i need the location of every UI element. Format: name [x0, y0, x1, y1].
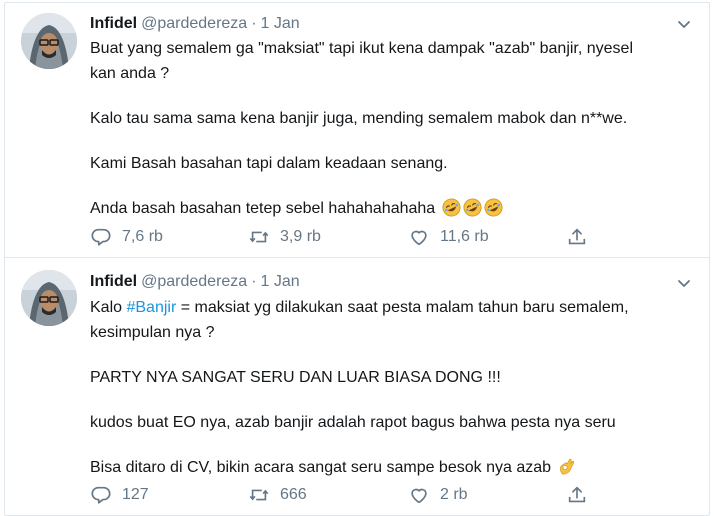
reply-button[interactable]: 127	[90, 483, 149, 507]
author-name[interactable]: Infidel	[90, 15, 137, 32]
retweet-button[interactable]: 3,9 rb	[248, 225, 321, 249]
reply-button[interactable]: 7,6 rb	[90, 225, 163, 249]
rofl-emoji-icon	[463, 198, 482, 217]
retweet-count: 666	[280, 486, 307, 503]
like-icon	[411, 488, 427, 504]
tweet-line: kan anda ?	[90, 65, 170, 82]
tweet-line: Anda basah basahan tetep sebel hahahahah…	[90, 200, 436, 217]
caret-down-icon[interactable]	[675, 274, 693, 292]
like-button[interactable]: 2 rb	[408, 483, 468, 507]
tweet-header: Infidel @pardedereza · 1 Jan	[90, 14, 300, 34]
tweet-line-with-emoji: Bisa ditaro di CV, bikin acara sangat se…	[90, 455, 696, 480]
retweet-button[interactable]: 666	[248, 483, 307, 507]
tweet-date[interactable]: 1 Jan	[261, 15, 300, 32]
share-icon	[568, 228, 586, 245]
tweet-actions: 7,6 rb 3,9 rb 11,6 rb	[90, 225, 610, 249]
author-handle[interactable]: @pardedereza	[141, 273, 247, 290]
share-button[interactable]	[566, 483, 588, 507]
retweet-icon	[249, 231, 269, 243]
reply-icon	[91, 228, 111, 246]
rofl-emoji-icon	[484, 198, 503, 217]
tweet-line: Buat yang semalem ga "maksiat" tapi ikut…	[90, 40, 634, 57]
reply-count: 7,6 rb	[122, 228, 163, 245]
tweet-line: kesimpulan nya ?	[90, 324, 215, 341]
tweet-text: Buat yang semalem ga "maksiat" tapi ikut…	[90, 36, 696, 221]
tweet-line: Kalo #Banjir = maksiat yg dilakukan saat…	[90, 295, 696, 320]
tweet-line: kudos buat EO nya, azab banjir adalah ra…	[90, 414, 616, 431]
reply-count: 127	[122, 486, 149, 503]
tweet-actions: 127 666 2 rb	[90, 483, 610, 507]
hashtag-link[interactable]: #Banjir	[126, 299, 176, 316]
author-handle[interactable]: @pardedereza	[141, 15, 247, 32]
like-count: 2 rb	[440, 486, 468, 503]
share-button[interactable]	[566, 225, 588, 249]
avatar[interactable]	[21, 270, 77, 326]
author-name[interactable]: Infidel	[90, 273, 137, 290]
separator: ·	[251, 273, 257, 290]
tweet-feed: Infidel @pardedereza · 1 Jan Buat yang sema…	[4, 2, 710, 516]
tweet-header: Infidel @pardedereza · 1 Jan	[90, 272, 300, 292]
like-icon	[411, 230, 427, 246]
avatar[interactable]	[21, 13, 77, 69]
separator: ·	[251, 15, 257, 32]
tweet-text: Kalo #Banjir = maksiat yg dilakukan saat…	[90, 295, 696, 480]
reply-icon	[91, 486, 111, 504]
tweet-line: Kami Basah basahan tapi dalam keadaan se…	[90, 155, 448, 172]
tweet-line: Kalo tau sama sama kena banjir juga, men…	[90, 110, 628, 127]
tweet[interactable]: Infidel @pardedereza · 1 Jan Kalo #Banjir =…	[5, 258, 709, 515]
ok-hand-emoji-icon	[560, 458, 575, 475]
tweet[interactable]: Infidel @pardedereza · 1 Jan Buat yang sema…	[5, 3, 709, 258]
like-button[interactable]: 11,6 rb	[408, 225, 489, 249]
text-fragment: = maksiat yg dilakukan saat pesta malam …	[176, 299, 629, 316]
tweet-line: PARTY NYA SANGAT SERU DAN LUAR BIASA DON…	[90, 369, 501, 386]
rofl-emoji-icon	[442, 198, 461, 217]
tweet-date[interactable]: 1 Jan	[261, 273, 300, 290]
retweet-count: 3,9 rb	[280, 228, 321, 245]
retweet-icon	[249, 489, 269, 501]
text-fragment: Kalo	[90, 299, 127, 316]
caret-down-icon[interactable]	[675, 15, 693, 33]
share-icon	[568, 486, 586, 503]
tweet-line-with-emoji: Anda basah basahan tetep sebel hahahahah…	[90, 196, 696, 221]
like-count: 11,6 rb	[440, 228, 489, 245]
tweet-line: Bisa ditaro di CV, bikin acara sangat se…	[90, 459, 552, 476]
